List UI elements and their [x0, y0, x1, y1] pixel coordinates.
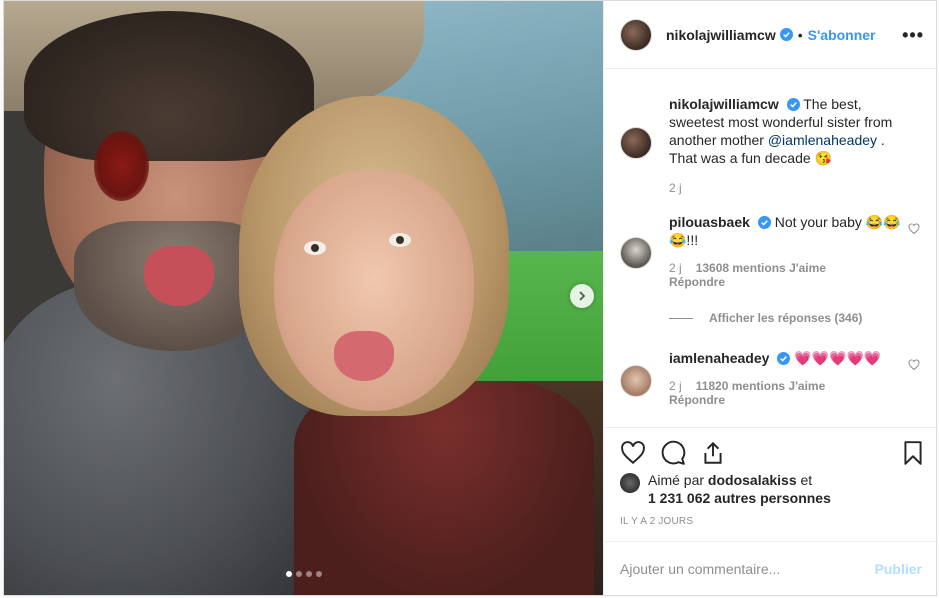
verified-badge-icon: [786, 98, 800, 111]
other-likers-link[interactable]: 1 231 062 autres personnes: [648, 490, 831, 506]
verified-badge-icon: [777, 352, 791, 365]
likes-prefix: Aimé par: [648, 472, 708, 488]
author-avatar[interactable]: [620, 18, 652, 51]
post-timestamp[interactable]: IL Y A 2 JOURS: [620, 516, 693, 527]
carousel-dot: [306, 571, 312, 577]
reply-button[interactable]: Répondre: [669, 393, 909, 407]
comment-avatar[interactable]: [620, 237, 652, 269]
post-dialog: nikolajwilliamcw • S'abonner ••• nikolaj…: [3, 0, 938, 596]
carousel-dot: [296, 571, 302, 577]
verified-badge-icon: [779, 28, 793, 41]
comment-username[interactable]: iamlenaheadey: [669, 350, 769, 366]
replies-divider: [669, 317, 693, 319]
reply-button[interactable]: Répondre: [669, 275, 909, 289]
chevron-right-icon: [579, 291, 586, 301]
comment-input[interactable]: [620, 560, 875, 577]
post-photo[interactable]: [4, 1, 603, 595]
carousel-indicator: [286, 571, 322, 577]
liker-username-link[interactable]: dodosalakiss: [708, 472, 797, 488]
liker-avatar[interactable]: [620, 473, 640, 493]
carousel-next-button[interactable]: [570, 284, 594, 308]
caption-age: 2 j: [669, 181, 682, 195]
caption-mention-link[interactable]: @iamlenaheadey: [768, 132, 877, 148]
comment-avatar[interactable]: [620, 365, 652, 397]
comment-icon[interactable]: [660, 440, 686, 466]
likes-middle: et: [796, 472, 813, 488]
caption-username[interactable]: nikolajwilliamcw: [669, 96, 779, 112]
heart-icon[interactable]: [620, 440, 646, 466]
share-icon[interactable]: [700, 440, 726, 466]
carousel-dot: [286, 571, 292, 577]
post-actions-bar: [604, 427, 938, 473]
view-replies-label: Afficher les réponses (346): [709, 311, 863, 325]
caption-avatar[interactable]: [620, 127, 652, 159]
like-comment-heart-icon[interactable]: [908, 223, 920, 235]
post-side-panel: nikolajwilliamcw • S'abonner ••• nikolaj…: [603, 1, 938, 595]
add-comment-bar: Publier: [604, 541, 938, 595]
view-replies-button[interactable]: Afficher les réponses (346): [669, 311, 862, 325]
comments-list[interactable]: nikolajwilliamcw The best, sweetest most…: [604, 69, 938, 427]
comment-likes[interactable]: 13608 mentions J'aime: [696, 261, 826, 275]
header-separator: •: [797, 26, 803, 43]
comment-username[interactable]: pilouasbaek: [669, 214, 750, 230]
comment-text: 💗💗💗💗💗: [794, 350, 882, 366]
comment-meta: 2 j 13608 mentions J'aime Répondre: [669, 261, 909, 289]
follow-button[interactable]: S'abonner: [808, 27, 876, 43]
comment-age: 2 j: [669, 379, 682, 393]
comment-age: 2 j: [669, 261, 682, 275]
caption-meta: 2 j: [669, 181, 909, 195]
comment-meta: 2 j 11820 mentions J'aime Répondre: [669, 379, 909, 407]
comment-likes[interactable]: 11820 mentions J'aime: [696, 379, 826, 393]
verified-badge-icon: [757, 216, 771, 229]
author-username[interactable]: nikolajwilliamcw: [666, 27, 776, 43]
post-header: nikolajwilliamcw • S'abonner •••: [604, 1, 938, 69]
like-comment-heart-icon[interactable]: [908, 359, 920, 371]
bookmark-icon[interactable]: [900, 440, 926, 466]
carousel-dot: [316, 571, 322, 577]
more-options-icon[interactable]: •••: [902, 25, 924, 46]
publish-button[interactable]: Publier: [875, 561, 922, 577]
